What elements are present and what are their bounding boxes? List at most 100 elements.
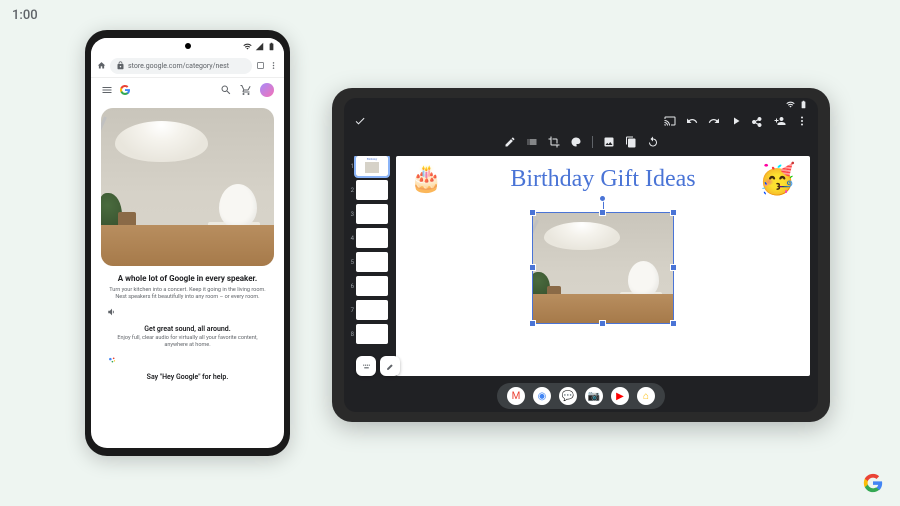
thumb-number: 1 xyxy=(348,163,354,170)
app-topbar xyxy=(344,110,818,132)
slide-title[interactable]: Birthday Gift Ideas xyxy=(396,166,810,193)
dock-pill: M ◉ 💬 📷 ▶ ⌂ xyxy=(497,383,665,409)
done-icon[interactable] xyxy=(354,115,366,127)
cart-icon[interactable] xyxy=(240,84,252,96)
replace-image-icon[interactable] xyxy=(603,136,615,148)
thumb-number: 2 xyxy=(348,187,354,194)
dock-camera-icon[interactable]: 📷 xyxy=(585,387,603,405)
phone-device: store.google.com/category/nest xyxy=(85,30,290,456)
editor-main: 1Birthday 2 3 4 5 6 7 8 🎂 🥳 Birthday Gift Ideas xyxy=(344,152,818,380)
battery-icon xyxy=(267,42,276,51)
thumb-row[interactable]: 4 xyxy=(348,228,390,248)
thumb-row[interactable]: 3 xyxy=(348,204,390,224)
slide-thumb[interactable] xyxy=(356,276,388,296)
keyboard-button[interactable] xyxy=(356,356,376,376)
thumb-row[interactable]: 7 xyxy=(348,300,390,320)
slide-thumbnails[interactable]: 1Birthday 2 3 4 5 6 7 8 xyxy=(348,156,390,376)
resize-handle-bm[interactable] xyxy=(599,320,606,327)
home-icon[interactable] xyxy=(97,61,106,70)
wifi-icon xyxy=(243,42,252,51)
add-person-icon[interactable] xyxy=(774,115,786,127)
google-logo-icon[interactable] xyxy=(119,84,131,96)
dock-youtube-icon[interactable]: ▶ xyxy=(611,387,629,405)
dock-chrome-icon[interactable]: ◉ xyxy=(533,387,551,405)
thumb-number: 8 xyxy=(348,331,354,338)
more-icon[interactable] xyxy=(796,115,808,127)
url-pill[interactable]: store.google.com/category/nest xyxy=(110,58,252,74)
slide-thumb[interactable] xyxy=(356,324,388,344)
thumb-row[interactable]: 6 xyxy=(348,276,390,296)
more-icon[interactable] xyxy=(269,61,278,70)
inserted-image[interactable] xyxy=(532,212,674,324)
tabs-icon[interactable] xyxy=(256,61,265,70)
url-text: store.google.com/category/nest xyxy=(128,62,229,70)
wifi-icon xyxy=(786,100,795,109)
edit-icon[interactable] xyxy=(504,136,516,148)
floating-tools xyxy=(356,356,400,376)
share-icon[interactable] xyxy=(752,115,764,127)
hero-title: A whole lot of Google in every speaker. xyxy=(107,274,268,284)
thumb-number: 6 xyxy=(348,283,354,290)
resize-handle-tm[interactable] xyxy=(599,209,606,216)
assistant-icon xyxy=(107,355,268,365)
undo-icon[interactable] xyxy=(686,115,698,127)
slide-canvas[interactable]: 🎂 🥳 Birthday Gift Ideas xyxy=(396,156,810,376)
crop-icon[interactable] xyxy=(548,136,560,148)
phone-screen: store.google.com/category/nest xyxy=(91,38,284,448)
tablet-device: 1Birthday 2 3 4 5 6 7 8 🎂 🥳 Birthday Gift Ideas xyxy=(332,88,830,422)
search-icon[interactable] xyxy=(220,84,232,96)
hero-desc: Turn your kitchen into a concert. Keep i… xyxy=(107,287,268,301)
thumb-row[interactable]: 5 xyxy=(348,252,390,272)
dock-home-icon[interactable]: ⌂ xyxy=(637,387,655,405)
resize-handle-tl[interactable] xyxy=(529,209,536,216)
dock-messages-icon[interactable]: 💬 xyxy=(559,387,577,405)
avatar[interactable] xyxy=(260,83,274,97)
lock-icon xyxy=(116,61,125,70)
hero-image xyxy=(101,108,274,266)
slide-thumb[interactable] xyxy=(356,228,388,248)
resize-handle-mr[interactable] xyxy=(670,264,677,271)
dock-gmail-icon[interactable]: M xyxy=(507,387,525,405)
reset-icon[interactable] xyxy=(647,136,659,148)
edit-toolbar xyxy=(344,132,818,152)
stylus-button[interactable] xyxy=(380,356,400,376)
thumb-row[interactable]: 8 xyxy=(348,324,390,344)
sub1-title: Get great sound, all around. xyxy=(107,325,268,333)
rotate-handle[interactable] xyxy=(599,195,606,202)
slide-thumb[interactable] xyxy=(356,300,388,320)
audio-icon xyxy=(107,307,268,317)
toolbar-separator xyxy=(592,136,593,148)
store-header xyxy=(91,78,284,102)
thumb-row[interactable]: 2 xyxy=(348,180,390,200)
slide-thumb[interactable] xyxy=(356,180,388,200)
present-icon[interactable] xyxy=(730,115,742,127)
phone-content[interactable]: A whole lot of Google in every speaker. … xyxy=(91,102,284,448)
resize-handle-tr[interactable] xyxy=(670,209,677,216)
resize-handle-ml[interactable] xyxy=(529,264,536,271)
sub2-title: Say "Hey Google" for help. xyxy=(107,373,268,381)
list-icon[interactable] xyxy=(526,136,538,148)
stage-clock: 1:00 xyxy=(12,8,38,23)
tablet-screen: 1Birthday 2 3 4 5 6 7 8 🎂 🥳 Birthday Gift Ideas xyxy=(344,98,818,412)
resize-handle-bl[interactable] xyxy=(529,320,536,327)
thumb-number: 5 xyxy=(348,259,354,266)
signal-icon xyxy=(255,42,264,51)
slide-thumb[interactable] xyxy=(356,252,388,272)
thumb-number: 7 xyxy=(348,307,354,314)
phone-camera-hole xyxy=(185,43,191,49)
slide-thumb[interactable]: Birthday xyxy=(356,156,388,176)
slide-thumb[interactable] xyxy=(356,204,388,224)
resize-handle-br[interactable] xyxy=(670,320,677,327)
thumb-row[interactable]: 1Birthday xyxy=(348,156,390,176)
tablet-status-bar xyxy=(344,98,818,110)
menu-icon[interactable] xyxy=(101,84,113,96)
cast-icon[interactable] xyxy=(664,115,676,127)
thumb-number: 4 xyxy=(348,235,354,242)
tablet-dock: M ◉ 💬 📷 ▶ ⌂ xyxy=(344,380,818,412)
sub1-desc: Enjoy full, clear audio for virtually al… xyxy=(107,335,268,349)
redo-icon[interactable] xyxy=(708,115,720,127)
thumb-number: 3 xyxy=(348,211,354,218)
palette-icon[interactable] xyxy=(570,136,582,148)
browser-url-bar: store.google.com/category/nest xyxy=(91,54,284,78)
copy-icon[interactable] xyxy=(625,136,637,148)
